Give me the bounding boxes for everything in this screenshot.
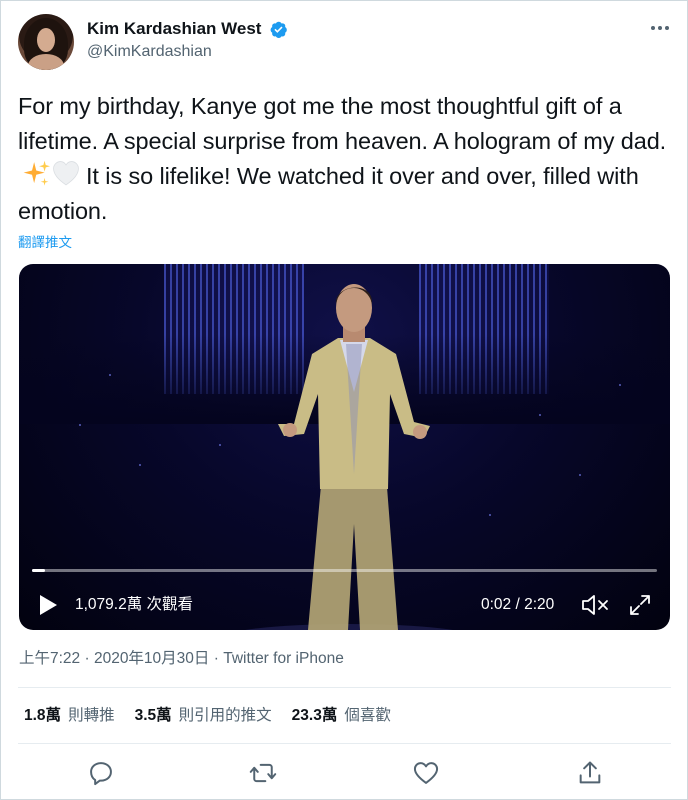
view-count: 1,079.2萬 次觀看 xyxy=(75,596,194,613)
verified-badge-icon xyxy=(270,21,287,39)
author-name[interactable]: Kim Kardashian West xyxy=(87,18,261,40)
avatar[interactable] xyxy=(18,14,74,70)
quotes-stat[interactable]: 3.5萬 則引用的推文 xyxy=(135,706,272,726)
tweet-text: For my birthday, Kanye got me the most t… xyxy=(18,89,673,229)
retweets-count: 1.8萬 xyxy=(24,707,62,724)
tweet-text-continued: It is so lifelike! We watched it over an… xyxy=(18,163,639,224)
likes-stat[interactable]: 23.3萬 個喜歡 xyxy=(292,706,391,726)
retweet-icon[interactable] xyxy=(249,759,277,787)
translate-link[interactable]: 翻譯推文 xyxy=(18,231,72,251)
reply-icon[interactable] xyxy=(87,759,115,787)
divider xyxy=(18,687,671,688)
white-heart-emoji-icon xyxy=(53,161,79,186)
like-icon[interactable] xyxy=(412,759,440,787)
meta-separator: · xyxy=(209,650,224,667)
tweet-source[interactable]: Twitter for iPhone xyxy=(223,650,344,667)
video-timecode: 0:02 / 2:20 xyxy=(481,596,555,613)
video-progress-fill xyxy=(32,569,45,572)
play-icon[interactable] xyxy=(38,594,58,616)
retweets-label: 則轉推 xyxy=(68,707,115,724)
tweet-date[interactable]: 2020年10月30日 xyxy=(94,650,209,667)
tweet-text-body: For my birthday, Kanye got me the most t… xyxy=(18,93,667,154)
likes-label: 個喜歡 xyxy=(344,707,391,724)
likes-count: 23.3萬 xyxy=(291,707,338,724)
quotes-count: 3.5萬 xyxy=(134,707,172,724)
video-player[interactable]: 1,079.2萬 次觀看 0:02 / 2:20 xyxy=(19,264,670,630)
divider xyxy=(18,743,671,744)
retweets-stat[interactable]: 1.8萬 則轉推 xyxy=(24,706,115,726)
tweet-timestamp: 上午7:22 · 2020年10月30日 · Twitter for iPhon… xyxy=(19,649,344,669)
tweet-card: Kim Kardashian West @KimKardashian For m… xyxy=(0,0,688,800)
engagement-stats: 1.8萬 則轉推 3.5萬 則引用的推文 23.3萬 個喜歡 xyxy=(24,706,391,726)
hologram-figure xyxy=(278,284,430,630)
more-icon[interactable] xyxy=(647,17,673,39)
fullscreen-icon[interactable] xyxy=(628,593,652,617)
share-icon[interactable] xyxy=(576,759,604,787)
mute-icon[interactable] xyxy=(581,593,611,617)
quotes-label: 則引用的推文 xyxy=(178,707,272,724)
meta-separator: · xyxy=(80,650,94,667)
sparkles-emoji-icon xyxy=(23,160,50,186)
author-handle[interactable]: @KimKardashian xyxy=(87,42,212,62)
tweet-time[interactable]: 上午7:22 xyxy=(19,650,80,667)
video-progress-bar[interactable] xyxy=(32,569,657,572)
